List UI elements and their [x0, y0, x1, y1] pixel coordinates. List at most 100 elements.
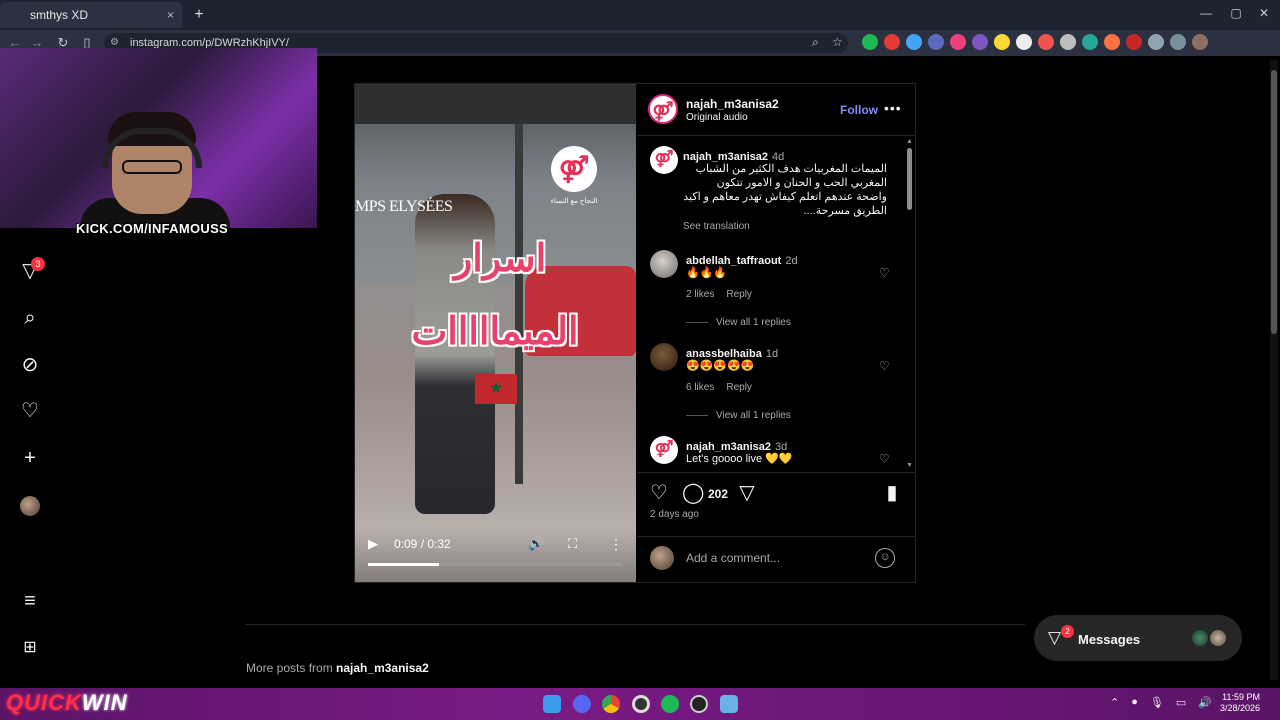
- extension-icon[interactable]: [1016, 34, 1032, 50]
- menu-icon[interactable]: ≡: [18, 589, 42, 613]
- obs-icon[interactable]: [632, 695, 650, 713]
- video-title-line2: الميمااااات: [411, 311, 579, 353]
- zoom-icon[interactable]: ⌕: [812, 35, 819, 50]
- commenter-avatar[interactable]: [650, 250, 678, 278]
- video-awning: [355, 84, 636, 124]
- extension-icon[interactable]: [1126, 34, 1142, 50]
- profile-icon[interactable]: [1192, 34, 1208, 50]
- extensions-toolbar: [862, 34, 1208, 52]
- extension-icon[interactable]: [1104, 34, 1120, 50]
- reel-video[interactable]: MPS ELYSÉES ⚤ النجاح مع النساء اسرار الم…: [355, 84, 636, 582]
- tray-expand-icon[interactable]: ⌃: [1110, 696, 1119, 712]
- search-icon[interactable]: ⌕: [18, 306, 42, 330]
- section-divider: [245, 624, 1025, 625]
- author-username[interactable]: najah_m3anisa2: [686, 97, 779, 111]
- extension-icon[interactable]: [1060, 34, 1076, 50]
- replies-divider: [686, 415, 708, 416]
- apps-icon[interactable]: ⊞: [18, 636, 42, 660]
- app-icon[interactable]: [720, 695, 738, 713]
- profile-avatar[interactable]: [20, 496, 40, 516]
- bookmark-star-icon[interactable]: ☆: [832, 35, 843, 49]
- create-icon[interactable]: +: [18, 446, 42, 470]
- view-replies-button[interactable]: View all 1 replies: [686, 410, 791, 421]
- view-replies-label: View all 1 replies: [716, 317, 791, 328]
- video-options-icon[interactable]: ⋮: [609, 536, 623, 552]
- browser-tab[interactable]: smthys XD ×: [0, 2, 182, 28]
- see-translation-link[interactable]: See translation: [683, 221, 750, 232]
- sponsor-logo-red: QUICK: [6, 690, 82, 715]
- volume-icon[interactable]: 🔊: [528, 536, 544, 552]
- app-icon[interactable]: [690, 695, 708, 713]
- comment-likes[interactable]: 6 likes: [686, 382, 714, 393]
- scroll-up-icon[interactable]: ▲: [906, 138, 913, 145]
- explore-icon[interactable]: ⊘: [18, 353, 42, 377]
- comment-icon[interactable]: ◯: [682, 482, 704, 504]
- puzzle-icon[interactable]: [1148, 34, 1164, 50]
- chrome-icon[interactable]: [602, 695, 620, 713]
- follow-button[interactable]: Follow: [840, 103, 878, 117]
- taskbar-clock[interactable]: 11:59 PM 3/28/2026: [1208, 692, 1260, 714]
- new-tab-button[interactable]: +: [188, 4, 210, 26]
- reply-button[interactable]: Reply: [726, 289, 752, 300]
- play-icon[interactable]: ▶: [368, 536, 384, 552]
- comments-scrollbar-thumb[interactable]: [907, 148, 912, 210]
- extension-icon[interactable]: [906, 34, 922, 50]
- extension-icon[interactable]: [884, 34, 900, 50]
- extension-icon[interactable]: [994, 34, 1010, 50]
- caption-text: الميمات المغربيات هدف الكثير من الشباب ا…: [683, 163, 887, 217]
- maximize-button[interactable]: ▢: [1226, 6, 1246, 24]
- save-bookmark-icon[interactable]: ▮: [881, 482, 903, 504]
- discord-icon[interactable]: [573, 695, 591, 713]
- menu-icon[interactable]: [1170, 34, 1186, 50]
- caption-avatar[interactable]: ⚤: [650, 146, 678, 174]
- extension-icon[interactable]: [950, 34, 966, 50]
- video-title-line1: اسرار: [453, 238, 547, 280]
- extension-icon[interactable]: [928, 34, 944, 50]
- close-window-button[interactable]: ✕: [1254, 6, 1274, 24]
- more-posts-username[interactable]: najah_m3anisa2: [336, 661, 429, 675]
- like-comment-icon[interactable]: ♡: [879, 452, 890, 466]
- like-comment-icon[interactable]: ♡: [879, 359, 890, 373]
- extension-icon[interactable]: [1082, 34, 1098, 50]
- close-icon[interactable]: ×: [167, 8, 174, 22]
- comment-text: 😍😍😍😍😍: [686, 360, 755, 372]
- extension-icon[interactable]: [862, 34, 878, 50]
- more-options-icon[interactable]: •••: [884, 100, 902, 116]
- minimize-button[interactable]: —: [1196, 6, 1216, 24]
- morocco-flag: ★: [475, 374, 517, 404]
- post-age: 2 days ago: [650, 509, 699, 520]
- page-scrollbar-thumb[interactable]: [1271, 70, 1277, 334]
- comment-likes[interactable]: 2 likes: [686, 289, 714, 300]
- comment-time: 2d: [785, 255, 798, 267]
- video-pole: [515, 124, 523, 484]
- like-comment-icon[interactable]: ♡: [879, 266, 890, 280]
- comment-text: Let's goooo live 💛💛: [686, 453, 793, 465]
- video-time: 0:09 / 0:32: [394, 537, 451, 551]
- audio-label[interactable]: Original audio: [686, 112, 748, 123]
- comment-input[interactable]: [686, 549, 866, 567]
- reply-button[interactable]: Reply: [726, 382, 752, 393]
- network-icon[interactable]: ▭: [1176, 696, 1186, 712]
- fullscreen-icon[interactable]: ⛶: [568, 536, 584, 552]
- emoji-icon[interactable]: ☺: [875, 548, 895, 568]
- more-posts-heading: More posts from najah_m3anisa2: [246, 661, 429, 675]
- message-avatar: [1208, 628, 1228, 648]
- commenter-avatar[interactable]: ⚤: [650, 436, 678, 464]
- heart-icon[interactable]: ♡: [18, 399, 42, 423]
- author-avatar[interactable]: ⚤: [648, 94, 678, 124]
- view-replies-button[interactable]: View all 1 replies: [686, 317, 791, 328]
- glasses: [122, 160, 182, 174]
- scroll-down-icon[interactable]: ▼: [906, 462, 913, 469]
- extension-icon[interactable]: [1038, 34, 1054, 50]
- commenter-avatar[interactable]: [650, 343, 678, 371]
- video-progress-fill: [368, 563, 440, 566]
- comment-text: 🔥🔥🔥: [686, 267, 728, 279]
- like-icon[interactable]: ♡: [648, 482, 670, 504]
- tray-app-icon[interactable]: ●: [1131, 696, 1138, 712]
- share-icon[interactable]: ▽: [736, 482, 758, 504]
- extension-icon[interactable]: [972, 34, 988, 50]
- spotify-icon[interactable]: [661, 695, 679, 713]
- microphone-icon[interactable]: 🎙: [1150, 696, 1164, 712]
- replies-divider: [686, 322, 708, 323]
- start-menu-icon[interactable]: [543, 695, 561, 713]
